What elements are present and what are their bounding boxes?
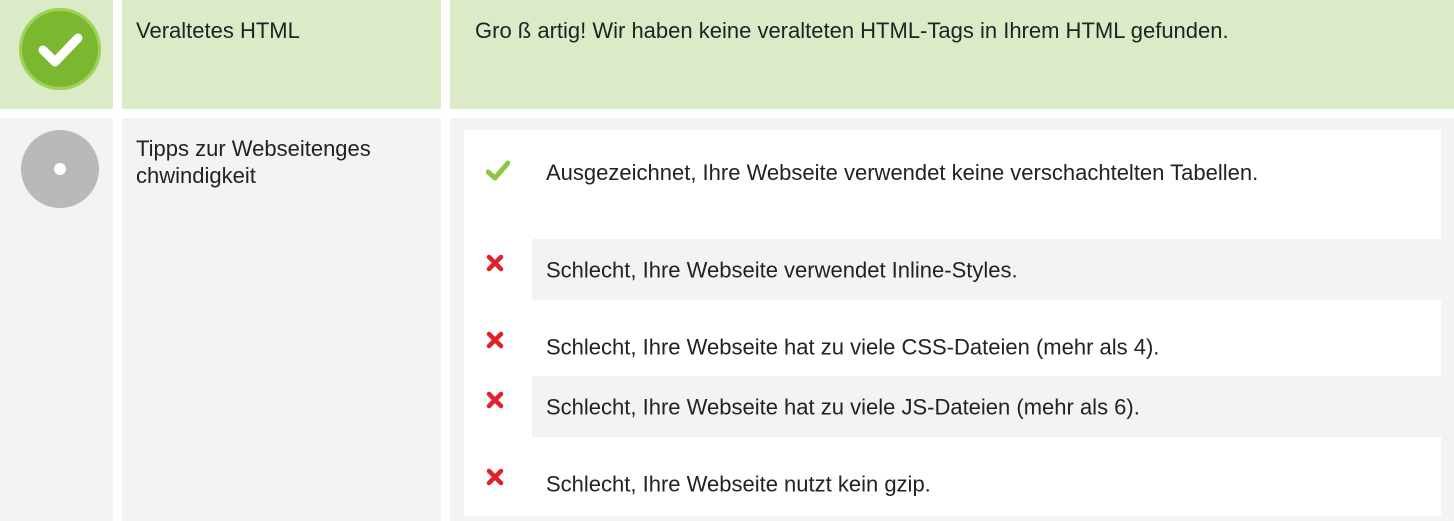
deprecated-html-message: Gro ß artig! Wir haben keine veralteten … xyxy=(475,18,1229,43)
neutral-dot-icon xyxy=(21,130,99,208)
tip-text: Ausgezeichnet, Ihre Webseite verwendet k… xyxy=(546,160,1259,185)
cross-icon xyxy=(486,391,504,409)
speed-tips-list: Ausgezeichnet, Ihre Webseite verwendet k… xyxy=(464,130,1441,516)
label-cell: Veraltetes HTML xyxy=(122,0,441,109)
tip-text: Schlecht, Ihre Webseite hat zu viele CSS… xyxy=(546,334,1160,359)
list-item: Schlecht, Ihre Webseite hat zu viele CSS… xyxy=(464,316,1441,377)
tip-text: Schlecht, Ihre Webseite verwendet Inline… xyxy=(546,257,1018,282)
speed-tips-label: Tipps zur Webseitenges chwindigkeit xyxy=(136,136,371,188)
cross-icon xyxy=(486,254,504,272)
status-cell xyxy=(0,0,113,109)
check-circle-icon xyxy=(19,8,101,90)
list-item: Schlecht, Ihre Webseite hat zu viele JS-… xyxy=(464,376,1441,437)
label-cell: Tipps zur Webseitenges chwindigkeit xyxy=(122,118,441,521)
status-cell xyxy=(0,118,113,521)
list-item: Schlecht, Ihre Webseite verwendet Inline… xyxy=(464,239,1441,300)
deprecated-html-label: Veraltetes HTML xyxy=(136,18,300,43)
tip-text: Schlecht, Ihre Webseite nutzt kein gzip. xyxy=(546,471,931,496)
detail-cell: Gro ß artig! Wir haben keine veralteten … xyxy=(450,0,1454,109)
list-item: Ausgezeichnet, Ihre Webseite verwendet k… xyxy=(464,130,1441,238)
deprecated-html-row: Veraltetes HTML Gro ß artig! Wir haben k… xyxy=(0,0,1454,109)
cross-icon xyxy=(486,331,504,349)
cross-icon xyxy=(486,468,504,486)
list-item: Schlecht, Ihre Webseite nutzt kein gzip. xyxy=(464,453,1441,514)
tip-text: Schlecht, Ihre Webseite hat zu viele JS-… xyxy=(546,394,1140,419)
check-icon xyxy=(486,160,510,181)
